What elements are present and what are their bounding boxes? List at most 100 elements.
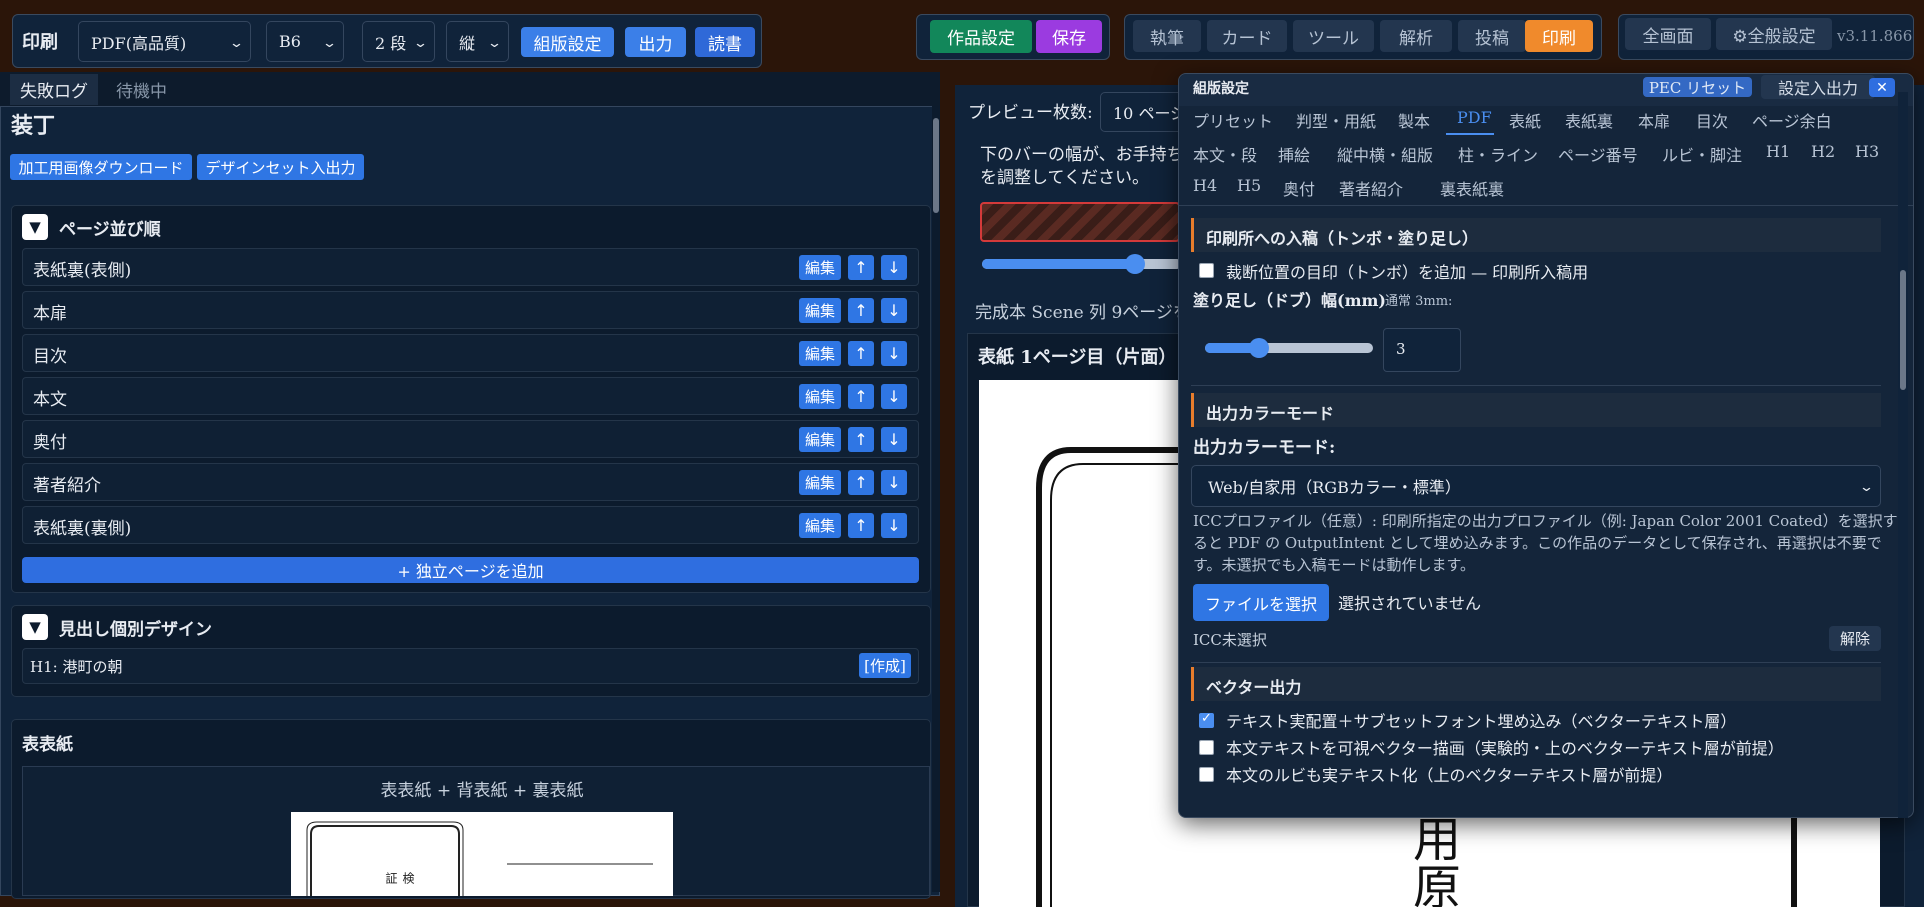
dtab-back-cover[interactable]: 裏表紙裏 xyxy=(1440,176,1504,200)
color-section-header: 出力カラーモード xyxy=(1191,393,1881,427)
edit-button[interactable]: 編集 xyxy=(799,255,841,280)
dtab-h5[interactable]: H5 xyxy=(1237,176,1261,195)
dtab-h4[interactable]: H4 xyxy=(1193,176,1217,195)
collapse-icon[interactable]: ▼ xyxy=(22,614,48,640)
dtab-tatechuyoko[interactable]: 縦中横・組版 xyxy=(1337,142,1433,166)
vector-text-checkbox[interactable] xyxy=(1199,711,1214,728)
dtab-pdf[interactable]: PDF xyxy=(1457,108,1492,127)
bleed-slider-thumb[interactable] xyxy=(1249,338,1269,358)
dialog-bottom-fade xyxy=(1179,802,1913,817)
orientation-select[interactable]: 縦 ⌄ xyxy=(446,21,509,62)
move-down-icon[interactable]: ↓ xyxy=(881,427,907,452)
dtab-title-page[interactable]: 本扉 xyxy=(1638,108,1670,132)
preview-big-text-2: 原 xyxy=(1413,860,1462,907)
edit-button[interactable]: 編集 xyxy=(799,513,841,538)
chevron-down-icon: ⌄ xyxy=(1858,480,1875,495)
icc-description-line3: す。未選択でも入稿モードは動作します。 xyxy=(1193,556,1476,574)
color-mode-select[interactable]: Web/自家用（RGBカラー・標準） ⌄ xyxy=(1191,465,1881,507)
settings-export-button[interactable]: 設定入出力 xyxy=(1761,75,1875,99)
dtab-illustration[interactable]: 挿絵 xyxy=(1278,142,1310,166)
move-down-icon[interactable]: ↓ xyxy=(881,298,907,323)
choose-file-button[interactable]: ファイルを選択 xyxy=(1193,584,1329,621)
move-down-icon[interactable]: ↓ xyxy=(881,384,907,409)
width-slider-thumb[interactable] xyxy=(1125,254,1145,274)
left-scrollbar[interactable] xyxy=(932,106,940,892)
collapse-icon[interactable]: ▼ xyxy=(22,214,48,240)
dtab-cover[interactable]: 表紙 xyxy=(1509,108,1541,132)
dialog-scrollbar-thumb[interactable] xyxy=(1900,270,1906,390)
preview-status: 完成本 Scene 列 9ページを表 xyxy=(975,303,1207,323)
dtab-h1[interactable]: H1 xyxy=(1766,142,1790,161)
layout-settings-button[interactable]: 組版設定 xyxy=(521,27,614,57)
tab-card[interactable]: カード xyxy=(1207,20,1287,52)
move-down-icon[interactable]: ↓ xyxy=(881,470,907,495)
dtab-h2[interactable]: H2 xyxy=(1811,142,1835,161)
move-up-icon[interactable]: ↑ xyxy=(848,384,874,409)
tab-print[interactable]: 印刷 xyxy=(1525,20,1593,52)
tab-analysis[interactable]: 解析 xyxy=(1380,20,1452,52)
output-button[interactable]: 出力 xyxy=(625,27,686,57)
designset-button[interactable]: デザインセット入出力 xyxy=(197,154,364,180)
move-up-icon[interactable]: ↑ xyxy=(848,298,874,323)
color-mode-label: 出力カラーモード: xyxy=(1193,438,1336,458)
move-down-icon[interactable]: ↓ xyxy=(881,513,907,538)
dtab-ruby[interactable]: ルビ・脚注 xyxy=(1662,142,1742,166)
dtab-page-number[interactable]: ページ番号 xyxy=(1558,142,1638,166)
page-row: 目次 編集 ↑ ↓ xyxy=(22,334,919,372)
read-button[interactable]: 読書 xyxy=(695,27,755,57)
edit-button[interactable]: 編集 xyxy=(799,427,841,452)
download-images-button[interactable]: 加工用画像ダウンロード xyxy=(10,154,192,180)
edit-button[interactable]: 編集 xyxy=(799,341,841,366)
move-down-icon[interactable]: ↓ xyxy=(881,255,907,280)
icc-clear-button[interactable]: 解除 xyxy=(1829,626,1881,651)
dtab-preset[interactable]: プリセット xyxy=(1193,108,1273,132)
add-page-button[interactable]: + 独立ページを追加 xyxy=(22,557,919,583)
dtab-body[interactable]: 本文・段 xyxy=(1193,142,1257,166)
dtab-size[interactable]: 判型・用紙 xyxy=(1296,108,1376,132)
global-settings-button[interactable]: ⚙全般設定 xyxy=(1716,18,1832,50)
dtab-toc[interactable]: 目次 xyxy=(1696,108,1728,132)
move-up-icon[interactable]: ↑ xyxy=(848,470,874,495)
cover-title: 表表紙 xyxy=(22,735,73,755)
left-scrollbar-thumb[interactable] xyxy=(933,118,939,213)
pdf-quality-select[interactable]: PDF(高品質) ⌄ xyxy=(78,21,251,62)
move-up-icon[interactable]: ↑ xyxy=(848,427,874,452)
fullscreen-button[interactable]: 全画面 xyxy=(1625,18,1711,50)
move-down-icon[interactable]: ↓ xyxy=(881,341,907,366)
save-button[interactable]: 保存 xyxy=(1036,20,1102,53)
tab-waiting[interactable]: 待機中 xyxy=(116,77,167,102)
tab-fail-log[interactable]: 失敗ログ xyxy=(10,74,98,105)
dtab-author[interactable]: 著者紹介 xyxy=(1339,176,1403,200)
move-up-icon[interactable]: ↑ xyxy=(848,255,874,280)
icc-description: ICCプロファイル（任意）: 印刷所指定の出力プロファイル（例: Japan C… xyxy=(1193,510,1898,576)
section-divider xyxy=(1191,385,1881,386)
edit-button[interactable]: 編集 xyxy=(799,384,841,409)
page-row: 表紙裏(裏側) 編集 ↑ ↓ xyxy=(22,506,919,544)
bleed-input[interactable]: 3 xyxy=(1383,328,1461,372)
edit-button[interactable]: 編集 xyxy=(799,470,841,495)
tab-write[interactable]: 執筆 xyxy=(1133,20,1201,52)
move-up-icon[interactable]: ↑ xyxy=(848,513,874,538)
columns-select[interactable]: 2 段 ⌄ xyxy=(362,21,435,62)
close-icon[interactable]: ✕ xyxy=(1869,78,1895,97)
dtab-binding[interactable]: 製本 xyxy=(1398,108,1430,132)
vector-body-checkbox[interactable] xyxy=(1199,740,1214,755)
edit-button[interactable]: 編集 xyxy=(799,298,841,323)
tab-post[interactable]: 投稿 xyxy=(1458,20,1526,52)
dtab-colophon[interactable]: 奥付 xyxy=(1283,176,1315,200)
work-settings-button[interactable]: 作品設定 xyxy=(930,20,1032,53)
move-up-icon[interactable]: ↑ xyxy=(848,341,874,366)
chevron-down-icon: ⌄ xyxy=(228,35,245,51)
reset-button[interactable]: PEC リセット xyxy=(1643,77,1752,97)
tab-tools[interactable]: ツール xyxy=(1293,20,1374,52)
page-row: 奥付 編集 ↑ ↓ xyxy=(22,420,919,458)
dtab-h3[interactable]: H3 xyxy=(1855,142,1879,161)
dtab-cover-back[interactable]: 表紙裏 xyxy=(1565,108,1613,132)
vector-ruby-checkbox[interactable] xyxy=(1199,767,1214,782)
size-select[interactable]: B6 ⌄ xyxy=(266,21,344,62)
dialog-scrollbar[interactable] xyxy=(1898,92,1908,818)
dtab-header-line[interactable]: 柱・ライン xyxy=(1458,142,1538,166)
trim-marks-checkbox[interactable] xyxy=(1199,263,1214,278)
dtab-margins[interactable]: ページ余白 xyxy=(1752,108,1832,132)
create-button[interactable]: [作成] xyxy=(859,653,911,678)
